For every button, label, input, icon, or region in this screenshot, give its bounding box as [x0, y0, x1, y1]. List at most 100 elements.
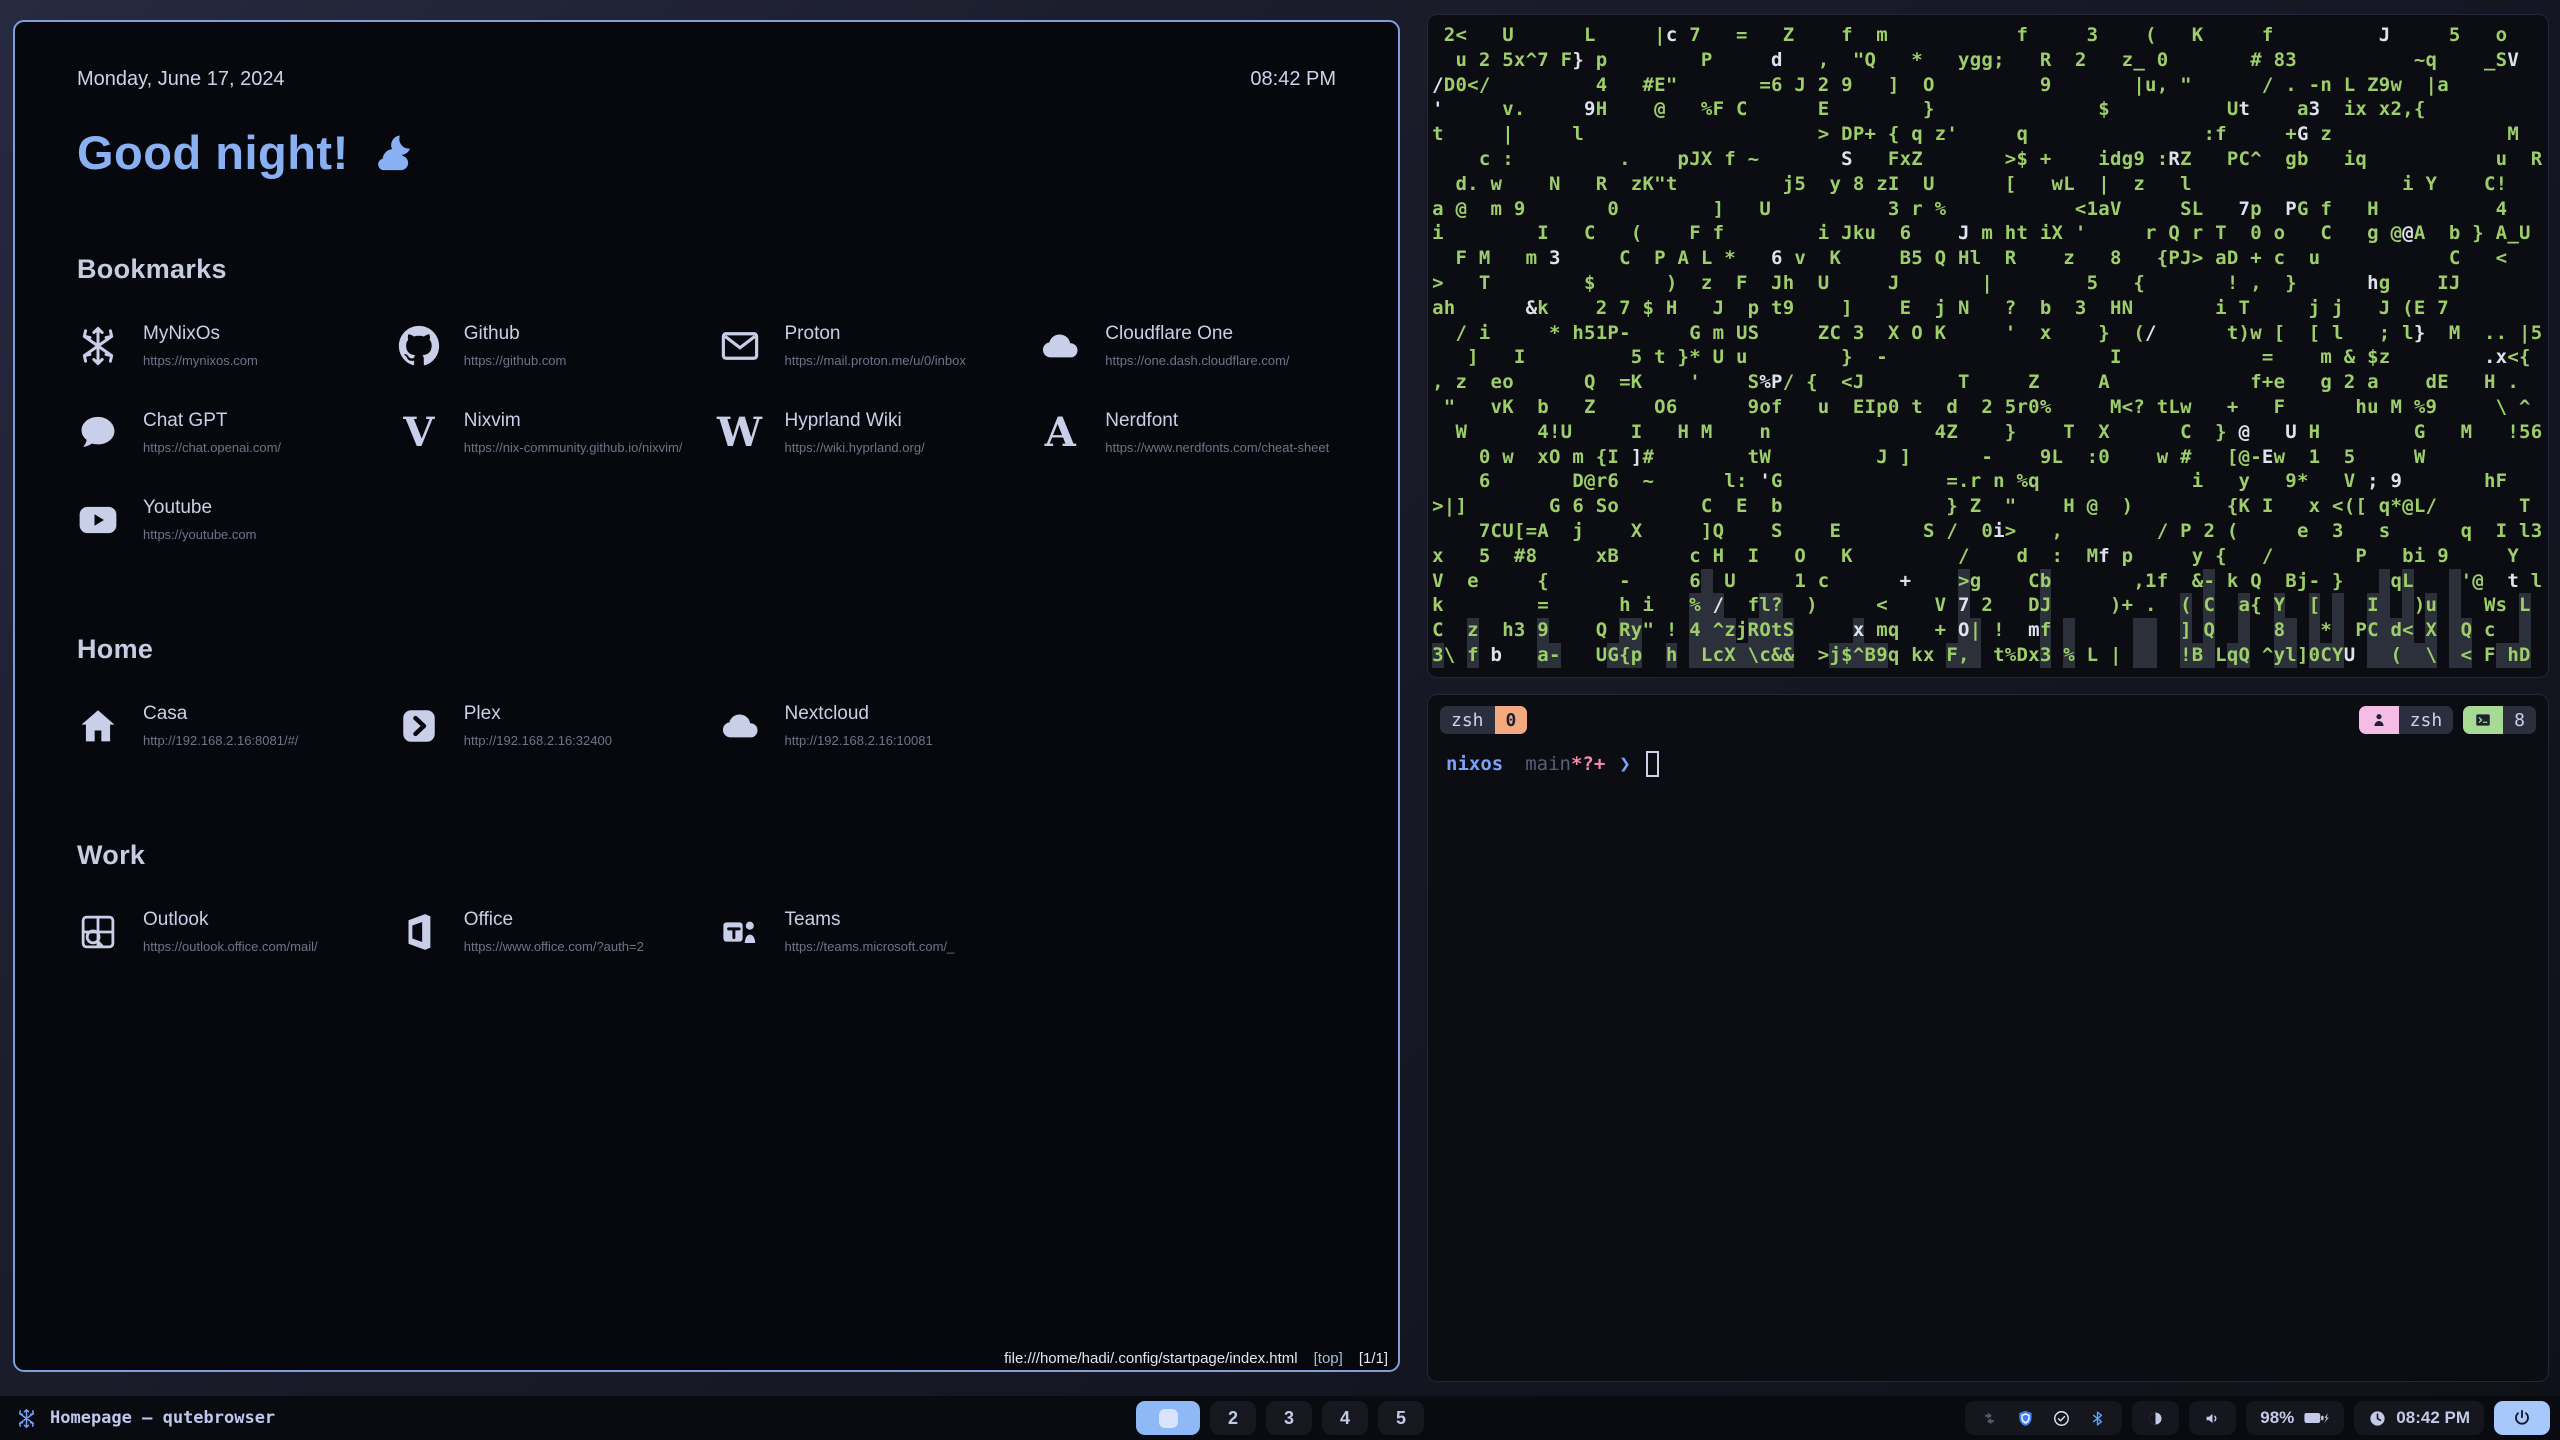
github-icon	[398, 325, 440, 367]
bookmark-link[interactable]: VNixvimhttps://nix-community.github.io/n…	[398, 410, 695, 455]
window-title-module: Homepage — qutebrowser	[16, 1408, 275, 1429]
tmux-person-icon-segment	[2359, 706, 2399, 734]
prompt-hostname: nixos	[1446, 753, 1503, 775]
shell-prompt[interactable]: nixos main *?+ ❯	[1446, 751, 2536, 777]
workspace-button-1[interactable]	[1136, 1401, 1200, 1435]
bookmark-link[interactable]: Github https://github.com	[398, 323, 695, 368]
matrix-row: c : . pJX f ~ S FxZ >$ + idg9 :RZ PC^ gb…	[1432, 147, 2544, 172]
link-url: https://mail.proton.me/u/0/inbox	[785, 353, 966, 368]
nix-logo-icon	[16, 1408, 37, 1429]
bookmark-link[interactable]: Outlook https://outlook.office.com/mail/	[77, 909, 374, 954]
bookmark-link[interactable]: Officehttps://www.office.com/?auth=2	[398, 909, 695, 954]
shell-terminal-window[interactable]: zsh0 zsh8 nixos main *?+ ❯	[1427, 694, 2549, 1382]
matrix-row: u 2 5x^7 F} p P d , "Q * ygg; R 2 z_ 0 #…	[1432, 48, 2544, 73]
battery-module: 98%	[2246, 1401, 2344, 1435]
section-title: Work	[77, 840, 1336, 871]
link-title: Github	[464, 323, 567, 345]
battery-charging-icon	[2303, 1408, 2330, 1428]
bookmark-link[interactable]: Teamshttps://teams.microsoft.com/_	[719, 909, 1016, 954]
tmux-status-bar: zsh0 zsh8	[1440, 705, 2536, 735]
house-icon	[77, 705, 119, 747]
bookmark-link[interactable]: Youtubehttps://youtube.com	[77, 497, 374, 542]
bookmark-link[interactable]: Plexhttp://192.168.2.16:32400	[398, 703, 695, 748]
matrix-row: W 4!U I H M n 4Z } T X C } @ U H G M !56	[1432, 420, 2544, 445]
terminal-icon	[2474, 711, 2492, 729]
qutebrowser-window[interactable]: Monday, June 17, 2024 08:42 PM Good nigh…	[13, 20, 1400, 1372]
volume-button[interactable]	[2189, 1401, 2236, 1435]
system-tray	[1965, 1401, 2122, 1435]
matrix-row: V e { - 6 U 1 c + >g Cb ,1f &- k Q Bj- }…	[1432, 569, 2544, 594]
link-url: http://192.168.2.16:8081/#/	[143, 733, 298, 748]
workspaces: 2345	[1136, 1401, 1424, 1435]
bookmark-link[interactable]: ANerdfonthttps://www.nerdfonts.com/cheat…	[1039, 410, 1336, 455]
link-title: MyNixOs	[143, 323, 258, 345]
matrix-row: F M m 3 C P A L * 6 v K B5 Q Hl R z 8 {P…	[1432, 246, 2544, 271]
link-url: https://github.com	[464, 353, 567, 368]
statusbar-url: file:///home/hadi/.config/startpage/inde…	[1004, 1350, 1298, 1367]
tmux-segment: zsh	[1440, 706, 1495, 734]
bluetooth-icon[interactable]	[2088, 1409, 2107, 1428]
matrix-row: " vK b Z O6 9of u EIp0 t d 2 5r0% M<? tL…	[1432, 395, 2544, 420]
matrix-row: t | l > DP+ { q z' q :f +G z M	[1432, 122, 2544, 147]
qutebrowser-statusbar: file:///home/hadi/.config/startpage/inde…	[1004, 1350, 1388, 1367]
workspace-button-2[interactable]: 2	[1210, 1401, 1256, 1435]
bookmark-link[interactable]: Chat GPThttps://chat.openai.com/	[77, 410, 374, 455]
chat-bubble-icon	[77, 412, 119, 454]
office-icon	[398, 911, 440, 953]
link-title: Plex	[464, 703, 612, 725]
link-url: http://192.168.2.16:10081	[785, 733, 933, 748]
link-title: Youtube	[143, 497, 256, 519]
night-light-icon	[2146, 1409, 2165, 1428]
matrix-row: ] I 5 t }* U u } - I = m & $z .x<{	[1432, 345, 2544, 370]
battery-percent: 98%	[2260, 1408, 2294, 1428]
bookmark-link[interactable]: MyNixOs https://mynixos.com	[77, 323, 374, 368]
matrix-row: d. w N R zK"t j5 y 8 zI U [ wL | z l i Y…	[1432, 172, 2544, 197]
vim-icon: V	[398, 412, 440, 454]
youtube-icon	[77, 499, 119, 541]
power-icon	[2512, 1408, 2532, 1428]
statusbar-scroll-position: [top]	[1314, 1350, 1343, 1367]
bookmark-link[interactable]: WHyprland Wikihttps://wiki.hyprland.org/	[719, 410, 1016, 455]
wikipedia-icon: W	[719, 412, 761, 454]
greeting: Good night!	[77, 125, 1336, 180]
workspace-button-4[interactable]: 4	[1322, 1401, 1368, 1435]
bookmark-link[interactable]: Casa http://192.168.2.16:8081/#/	[77, 703, 374, 748]
matrix-row: 7CU[=A j X ]Q S E S / 0i> , / P 2 ( e 3 …	[1432, 519, 2544, 544]
cloud-icon	[719, 705, 761, 747]
matrix-row: > T $ ) z F Jh U J | 5 { ! , } hg IJ	[1432, 271, 2544, 296]
link-title: Outlook	[143, 909, 318, 931]
section-title: Bookmarks	[77, 254, 1336, 285]
section-title: Home	[77, 634, 1336, 665]
bookmark-link[interactable]: Protonhttps://mail.proton.me/u/0/inbox	[719, 323, 1016, 368]
link-url: https://mynixos.com	[143, 353, 258, 368]
clock-time: 08:42 PM	[2396, 1408, 2470, 1428]
link-title: Chat GPT	[143, 410, 281, 432]
plex-chevron-icon	[398, 705, 440, 747]
link-title: Casa	[143, 703, 298, 725]
matrix-row: i I C ( F f i Jku 6 J m ht iX ' r Q r T …	[1432, 221, 2544, 246]
shield-icon[interactable]	[2016, 1409, 2035, 1428]
link-title: Nextcloud	[785, 703, 933, 725]
night-light-toggle[interactable]	[2132, 1401, 2179, 1435]
workspace-button-5[interactable]: 5	[1378, 1401, 1424, 1435]
link-title: Nixvim	[464, 410, 683, 432]
matrix-row: , z eo Q =K ' S%P/ { <J T Z A f+e g 2 a …	[1432, 370, 2544, 395]
tmux-segment: zsh	[2399, 706, 2454, 734]
power-button[interactable]	[2494, 1401, 2550, 1435]
active-workspace-indicator	[1159, 1409, 1178, 1428]
matrix-terminal-window[interactable]: 2< U L |c 7 = Z f m f 3 ( K f J 5 o u 2 …	[1427, 14, 2549, 678]
sync-arrows-icon[interactable]	[1980, 1409, 1999, 1428]
matrix-row: / i * h51P- G m US ZC 3 X O K ' x } (/ t…	[1432, 321, 2544, 346]
waybar: Homepage — qutebrowser 2345 98% 08:42 PM	[0, 1396, 2560, 1440]
link-title: Office	[464, 909, 644, 931]
workspace-button-3[interactable]: 3	[1266, 1401, 1312, 1435]
matrix-row: 3\ f b a- UG{p h LcX \c&& >j$^B9q kx F, …	[1432, 643, 2544, 668]
clock-icon	[2368, 1409, 2387, 1428]
startpage: Monday, June 17, 2024 08:42 PM Good nigh…	[15, 22, 1398, 1370]
link-title: Nerdfont	[1105, 410, 1329, 432]
link-url: https://outlook.office.com/mail/	[143, 939, 318, 954]
nix-snowflake-icon	[77, 325, 119, 367]
bookmark-link[interactable]: Cloudflare Onehttps://one.dash.cloudflar…	[1039, 323, 1336, 368]
bookmark-link[interactable]: Nextcloud http://192.168.2.16:10081	[719, 703, 1016, 748]
check-circle-icon[interactable]	[2052, 1409, 2071, 1428]
